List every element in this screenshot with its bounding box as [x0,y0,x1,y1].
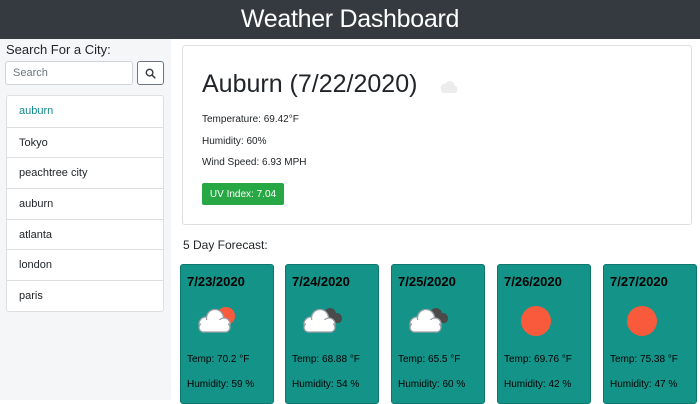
forecast-date: 7/24/2020 [292,274,350,289]
cloud-icon [437,80,459,99]
navbar: Weather Dashboard [0,0,700,39]
search-history-list: auburn Tokyo peachtree city auburn atlan… [6,95,164,312]
forecast-date: 7/26/2020 [504,274,562,289]
current-temperature: Temperature: 69.42°F [202,114,299,125]
history-item[interactable]: auburn [7,96,163,127]
forecast-card: 7/26/2020 Temp: 69.76 °F Humidity: 42 % [497,264,591,404]
current-weather-card: Auburn (7/22/2020) Temperature: 69.42°F … [182,45,692,225]
uv-index-badge: UV Index: 7.04 [202,183,284,205]
forecast-temp: Temp: 68.88 °F [292,354,360,365]
search-icon [145,68,156,79]
current-humidity: Humidity: 60% [202,136,267,147]
forecast-humidity: Humidity: 60 % [398,379,466,390]
current-wind-speed: Wind Speed: 6.93 MPH [202,157,307,168]
forecast-card: 7/25/2020 Temp: 65.5 °F Humidity: 60 % [391,264,485,404]
history-item[interactable]: paris [7,280,163,311]
forecast-humidity: Humidity: 42 % [504,379,572,390]
current-city-title: Auburn (7/22/2020) [202,70,418,98]
search-title: Search For a City: [6,42,111,57]
forecast-date: 7/23/2020 [187,274,245,289]
forecast-temp: Temp: 70.2 °F [187,354,250,365]
cloudy-icon [404,303,452,342]
history-item[interactable]: peachtree city [7,157,163,188]
forecast-humidity: Humidity: 47 % [610,379,678,390]
history-item[interactable]: Tokyo [7,126,163,158]
sidebar: Search For a City: auburn Tokyo peachtre… [0,39,171,400]
forecast-card: 7/24/2020 Temp: 68.88 °F Humidity: 54 % [285,264,379,404]
forecast-temp: Temp: 69.76 °F [504,354,572,365]
history-item[interactable]: auburn [7,188,163,219]
forecast-humidity: Humidity: 59 % [187,379,255,390]
forecast-date: 7/25/2020 [398,274,456,289]
forecast-heading: 5 Day Forecast: [183,238,268,252]
search-input[interactable] [5,61,133,85]
history-item[interactable]: atlanta [7,218,163,250]
forecast-card: 7/27/2020 Temp: 75.38 °F Humidity: 47 % [603,264,697,404]
forecast-temp: Temp: 75.38 °F [610,354,678,365]
app-title: Weather Dashboard [240,5,460,33]
search-button[interactable] [137,61,164,85]
sun-icon [510,303,558,342]
history-item[interactable]: london [7,249,163,280]
forecast-date: 7/27/2020 [610,274,668,289]
sun-icon [616,303,664,342]
forecast-card: 7/23/2020 Temp: 70.2 °F Humidity: 59 % [180,264,274,404]
forecast-humidity: Humidity: 54 % [292,379,360,390]
forecast-temp: Temp: 65.5 °F [398,354,461,365]
partly-cloudy-icon [193,303,241,342]
cloudy-icon [298,303,346,342]
